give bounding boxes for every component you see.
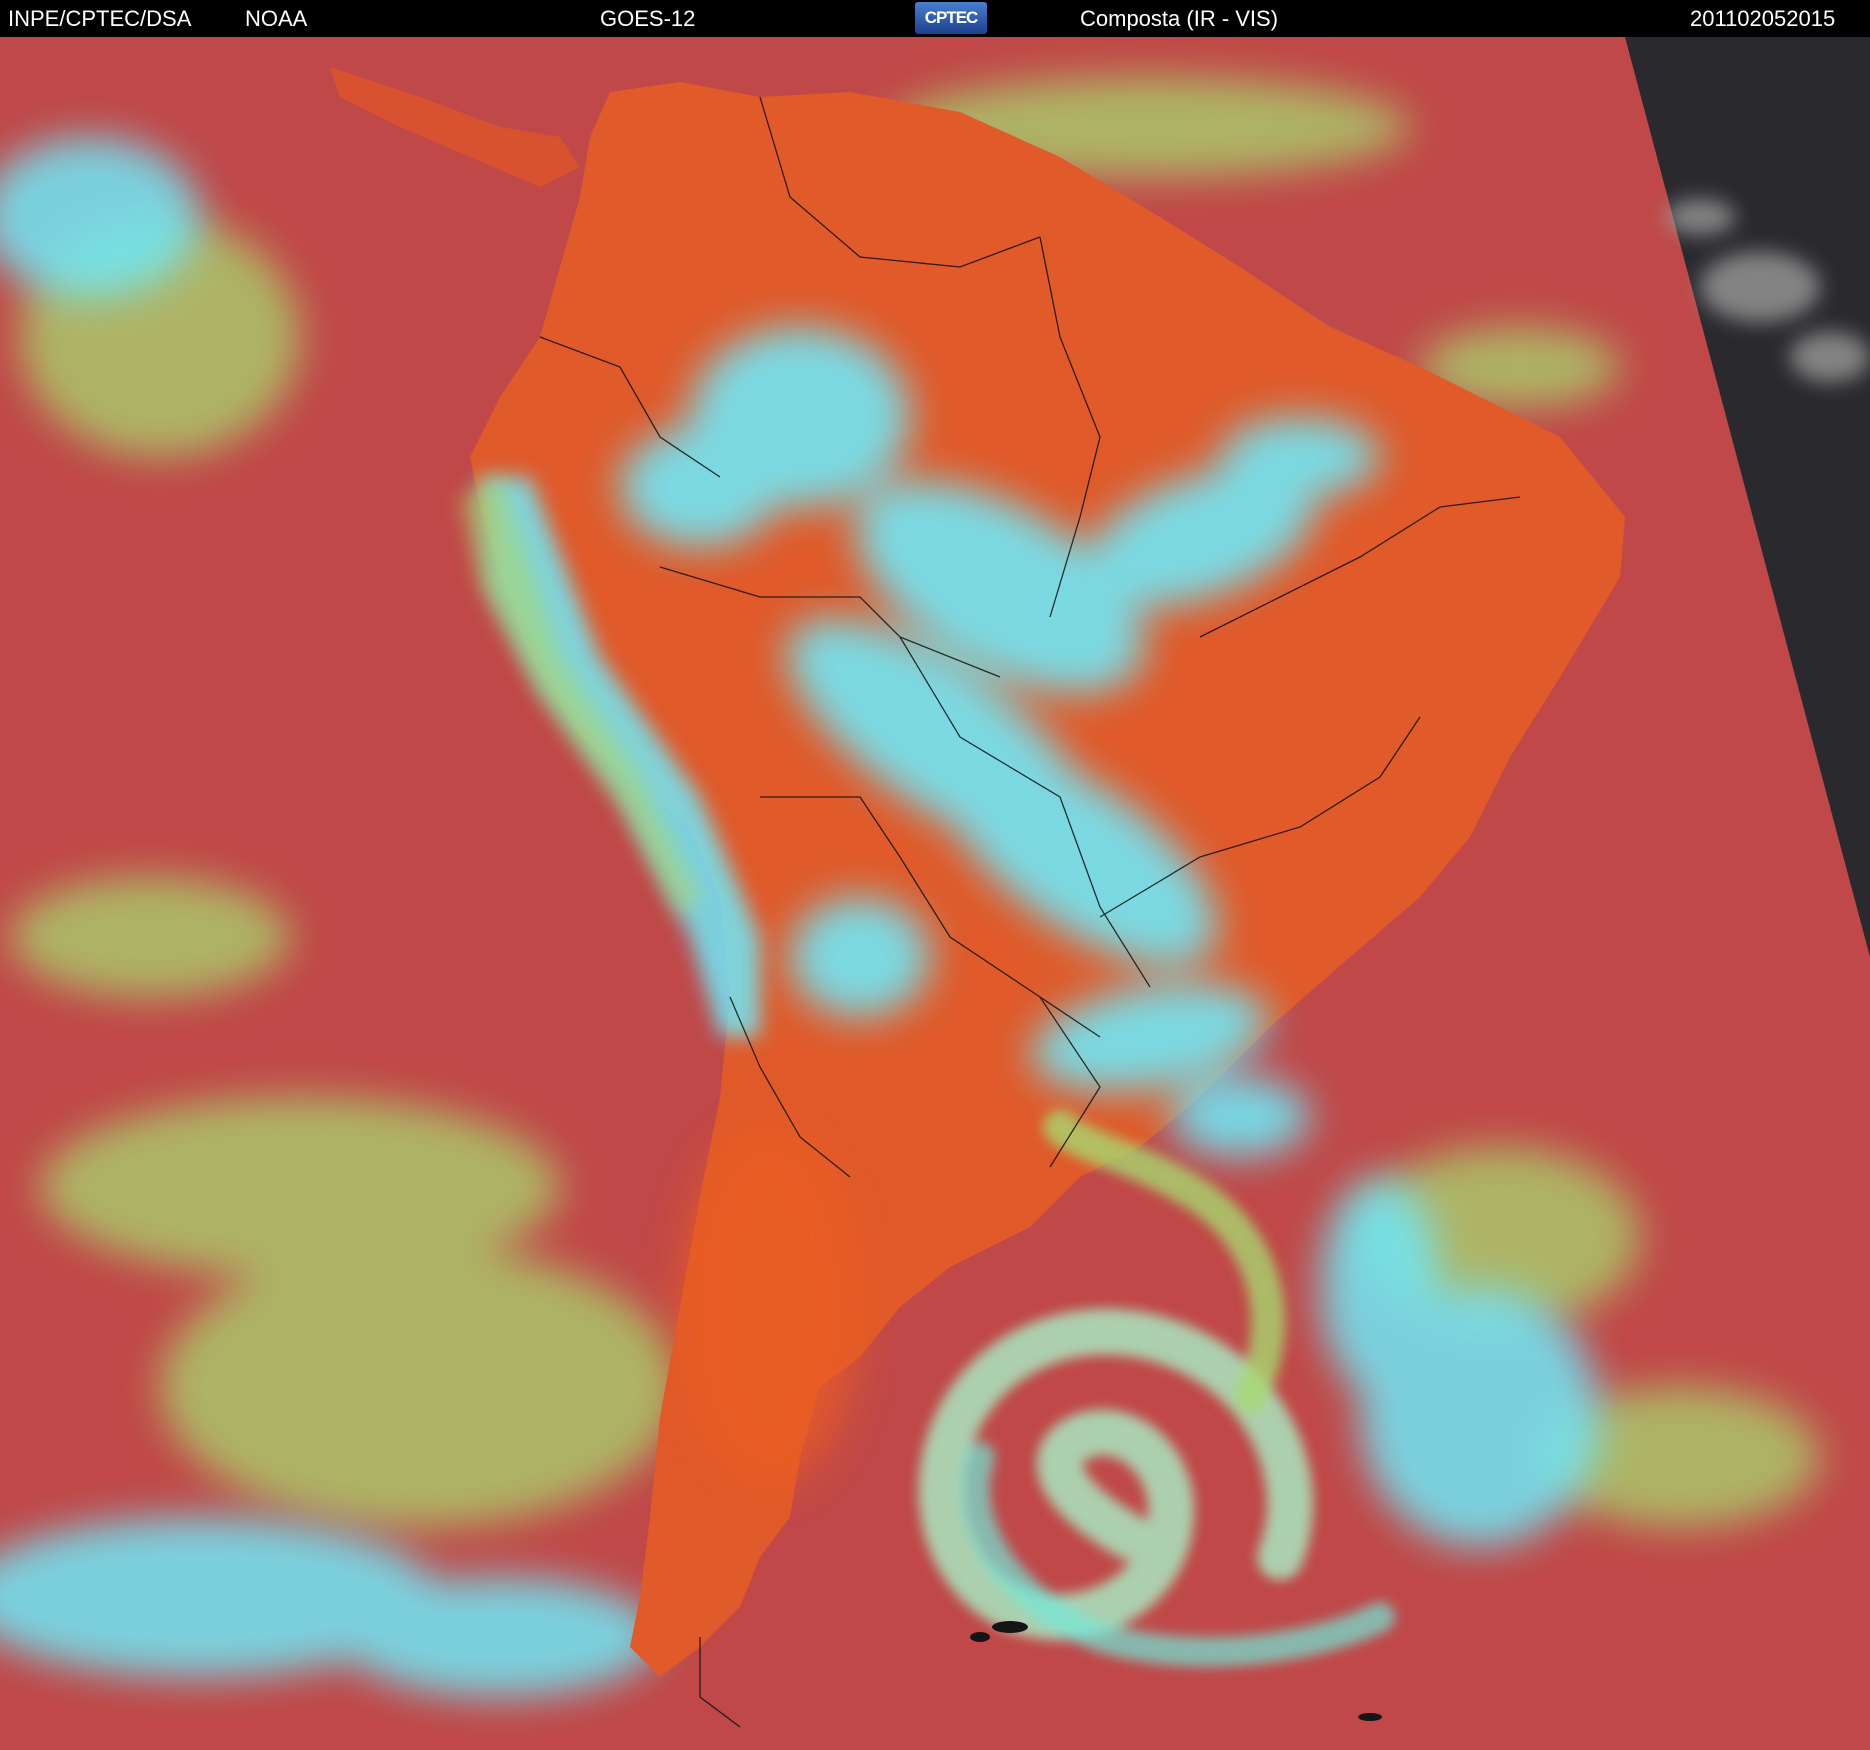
- logo-text: CPTEC: [924, 8, 979, 27]
- timestamp-label: 201102052015: [1690, 6, 1836, 31]
- header-bar: INPE/CPTEC/DSA NOAA GOES-12 CPTEC Compos…: [0, 0, 1870, 37]
- patagonia-clear: [680, 1127, 860, 1487]
- agency-label: NOAA: [245, 6, 308, 31]
- source-label: INPE/CPTEC/DSA: [8, 6, 192, 31]
- satellite-image: [0, 37, 1870, 1750]
- cptec-logo-icon: CPTEC: [915, 2, 987, 34]
- satellite-label: GOES-12: [600, 6, 696, 31]
- product-label: Composta (IR - VIS): [1080, 6, 1279, 31]
